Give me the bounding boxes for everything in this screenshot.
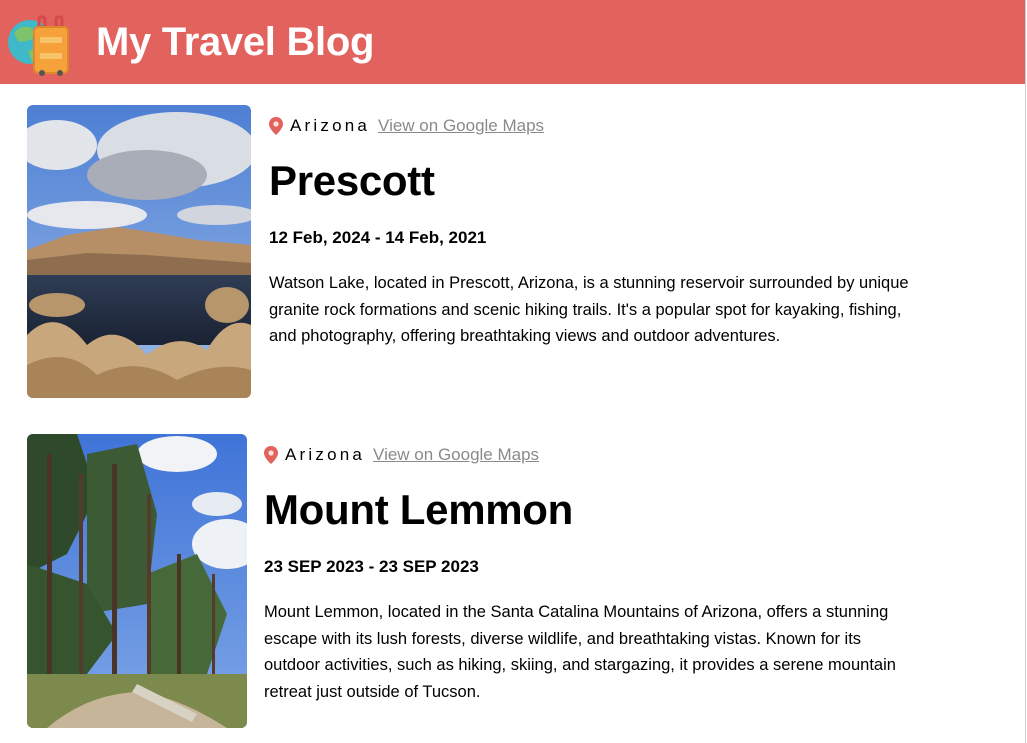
site-title[interactable]: My Travel Blog xyxy=(96,20,374,65)
place-title: Prescott xyxy=(269,157,435,204)
site-header: My Travel Blog xyxy=(0,0,1025,84)
entry-photo-forest xyxy=(27,434,247,728)
google-maps-link[interactable]: View on Google Maps xyxy=(373,445,539,465)
map-pin-icon xyxy=(264,446,278,464)
location-label: Arizona xyxy=(285,445,366,464)
entry-description: Mount Lemmon, located in the Santa Catal… xyxy=(264,603,896,701)
entry-description: Watson Lake, located in Prescott, Arizon… xyxy=(269,274,909,345)
globe-suitcase-icon[interactable] xyxy=(6,7,72,77)
map-pin-icon xyxy=(269,117,283,135)
place-title: Mount Lemmon xyxy=(264,486,574,533)
google-maps-link[interactable]: View on Google Maps xyxy=(378,116,544,136)
location-row: Arizona View on Google Maps xyxy=(269,115,929,137)
entry-content: Arizona View on Google Maps Mount Lemmon… xyxy=(264,434,924,728)
location-row: Arizona View on Google Maps xyxy=(264,444,924,466)
page: My Travel Blog Arizona View on Google Ma… xyxy=(0,0,1026,743)
entry-photo-lake xyxy=(27,105,251,398)
entry-content: Arizona View on Google Maps Prescott 12 … xyxy=(269,105,929,398)
date-range: 23 SEP 2023 - 23 SEP 2023 xyxy=(264,557,479,576)
date-range: 12 Feb, 2024 - 14 Feb, 2021 xyxy=(269,228,487,247)
blog-entry: Arizona View on Google Maps Prescott 12 … xyxy=(27,105,929,398)
blog-entry: Arizona View on Google Maps Mount Lemmon… xyxy=(27,434,924,728)
location-label: Arizona xyxy=(290,116,371,135)
